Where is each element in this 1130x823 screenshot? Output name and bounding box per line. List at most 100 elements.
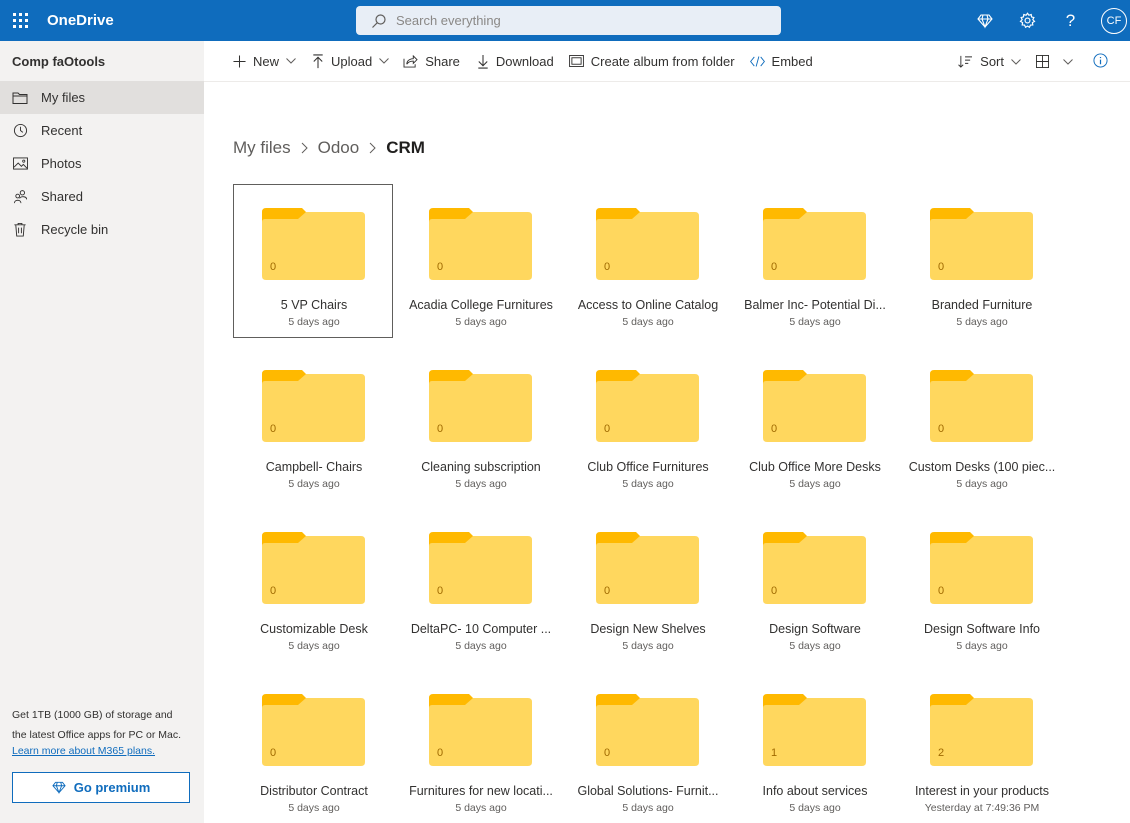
folder-tile[interactable]: 0 Customizable Desk 5 days ago — [233, 508, 393, 662]
folder-modified-date: 5 days ago — [455, 802, 507, 814]
upload-arrow-icon — [312, 53, 324, 69]
share-button[interactable]: Share — [403, 41, 460, 82]
folder-name: Balmer Inc- Potential Di... — [744, 298, 886, 312]
folder-tile[interactable]: 0 Balmer Inc- Potential Di... 5 days ago — [734, 184, 894, 338]
help-icon[interactable]: ? — [1049, 0, 1092, 41]
folder-icon — [930, 694, 1033, 766]
folder-name: Info about services — [762, 784, 868, 798]
item-count: 0 — [938, 585, 945, 597]
folder-tile[interactable]: 2 Interest in your products Yesterday at 7… — [901, 670, 1061, 823]
promo-text-line: the latest Office apps for PC or Mac. — [12, 729, 182, 741]
folder-name: Club Office More Desks — [749, 460, 881, 474]
item-count: 0 — [437, 585, 444, 597]
folder-tile[interactable]: 0 Design Software 5 days ago — [734, 508, 894, 662]
folder-tile[interactable]: 0 Cleaning subscription 5 days ago — [400, 346, 560, 500]
info-icon — [1093, 52, 1108, 71]
new-label: New — [253, 53, 280, 69]
sidebar-item-my-files[interactable]: My files — [0, 81, 204, 114]
item-count: 0 — [604, 585, 611, 597]
folder-grid: 0 5 VP Chairs 5 days ago 0 Acadia College Fu… — [233, 184, 1061, 823]
chevron-right-icon — [301, 142, 308, 154]
folder-tile[interactable]: 0 5 VP Chairs 5 days ago — [233, 184, 393, 338]
go-premium-button[interactable]: Go premium — [12, 772, 190, 803]
sort-button[interactable]: Sort — [958, 41, 1021, 82]
folder-icon — [262, 532, 365, 604]
app-header: OneDrive Search everything ? CF — [0, 0, 1130, 41]
folder-tile[interactable]: 0 DeltaPC- 10 Computer ... 5 days ago — [400, 508, 560, 662]
folder-tile[interactable]: 0 Campbell- Chairs 5 days ago — [233, 346, 393, 500]
item-count: 0 — [437, 423, 444, 435]
app-launcher-icon[interactable] — [0, 0, 40, 41]
folder-icon — [596, 370, 699, 442]
breadcrumb-current: CRM — [386, 138, 425, 157]
folder-tile[interactable]: 0 Distributor Contract 5 days ago — [233, 670, 393, 823]
folder-tile[interactable]: 0 Club Office More Desks 5 days ago — [734, 346, 894, 500]
premium-diamond-icon[interactable] — [963, 0, 1006, 41]
folder-icon — [596, 208, 699, 280]
history-icon — [12, 123, 28, 139]
settings-gear-icon[interactable] — [1006, 0, 1049, 41]
folder-tile[interactable]: 0 Acadia College Furnitures 5 days ago — [400, 184, 560, 338]
avatar[interactable]: CF — [1101, 7, 1127, 34]
embed-button[interactable]: Embed — [749, 41, 813, 82]
folder-tile[interactable]: 0 Design Software Info 5 days ago — [901, 508, 1061, 662]
folder-modified-date: 5 days ago — [622, 802, 674, 814]
item-count: 0 — [771, 585, 778, 597]
sidebar-item-photos[interactable]: Photos — [0, 147, 204, 180]
sidebar-item-label: My files — [41, 90, 86, 105]
create-album-label: Create album from folder — [590, 53, 735, 69]
folder-name: Club Office Furnitures — [587, 460, 709, 474]
folder-tile[interactable]: 1 Info about services 5 days ago — [734, 670, 894, 823]
folder-icon — [429, 532, 532, 604]
sort-label: Sort — [980, 54, 1004, 69]
item-count: 0 — [604, 747, 611, 759]
folder-icon — [763, 532, 866, 604]
embed-code-icon — [749, 55, 765, 67]
search-input[interactable]: Search everything — [396, 13, 501, 28]
share-label: Share — [425, 53, 460, 69]
folder-modified-date: 5 days ago — [288, 640, 340, 652]
search-box[interactable]: Search everything — [356, 6, 781, 35]
create-album-button[interactable]: Create album from folder — [568, 41, 735, 82]
details-pane-button[interactable] — [1093, 41, 1108, 82]
folder-icon — [262, 694, 365, 766]
photo-icon — [12, 156, 28, 172]
view-options-button[interactable] — [1036, 41, 1073, 82]
folder-name: Campbell- Chairs — [265, 460, 363, 474]
upload-button[interactable]: Upload — [312, 41, 390, 82]
folder-tile[interactable]: 0 Access to Online Catalog 5 days ago — [567, 184, 727, 338]
m365-plans-link[interactable]: Learn more about M365 plans. — [12, 745, 192, 757]
plus-icon — [233, 54, 246, 68]
grid-view-icon — [1036, 55, 1049, 68]
folder-icon — [429, 370, 532, 442]
folder-tile[interactable]: 0 Global Solutions- Furnit... 5 days ago — [567, 670, 727, 823]
folder-tile[interactable]: 0 Club Office Furnitures 5 days ago — [567, 346, 727, 500]
folder-name: Custom Desks (100 piec... — [908, 460, 1056, 474]
breadcrumb-my-files[interactable]: My files — [233, 138, 291, 158]
account-name[interactable]: Comp faOtools — [0, 41, 204, 81]
folder-tile[interactable]: 0 Furnitures for new locati... 5 days ago — [400, 670, 560, 823]
folder-modified-date: 5 days ago — [956, 316, 1008, 328]
folder-name: Cleaning subscription — [421, 460, 541, 474]
sidebar-item-shared[interactable]: Shared — [0, 180, 204, 213]
folder-icon — [763, 208, 866, 280]
folder-icon — [12, 90, 28, 106]
sidebar-item-recent[interactable]: Recent — [0, 114, 204, 147]
item-count: 0 — [604, 423, 611, 435]
folder-modified-date: 5 days ago — [622, 478, 674, 490]
folder-icon — [429, 208, 532, 280]
breadcrumb-odoo[interactable]: Odoo — [318, 138, 360, 158]
app-title[interactable]: OneDrive — [47, 12, 114, 29]
chevron-down-icon — [1011, 58, 1021, 65]
download-button[interactable]: Download — [477, 41, 554, 82]
new-button[interactable]: New — [233, 41, 296, 82]
folder-tile[interactable]: 0 Custom Desks (100 piec... 5 days ago — [901, 346, 1061, 500]
item-count: 0 — [938, 423, 945, 435]
folder-icon — [596, 694, 699, 766]
folder-modified-date: 5 days ago — [789, 640, 841, 652]
folder-tile[interactable]: 0 Design New Shelves 5 days ago — [567, 508, 727, 662]
folder-name: Interest in your products — [914, 784, 1050, 798]
folder-tile[interactable]: 0 Branded Furniture 5 days ago — [901, 184, 1061, 338]
folder-icon — [930, 370, 1033, 442]
sidebar-item-recycle-bin[interactable]: Recycle bin — [0, 213, 204, 246]
